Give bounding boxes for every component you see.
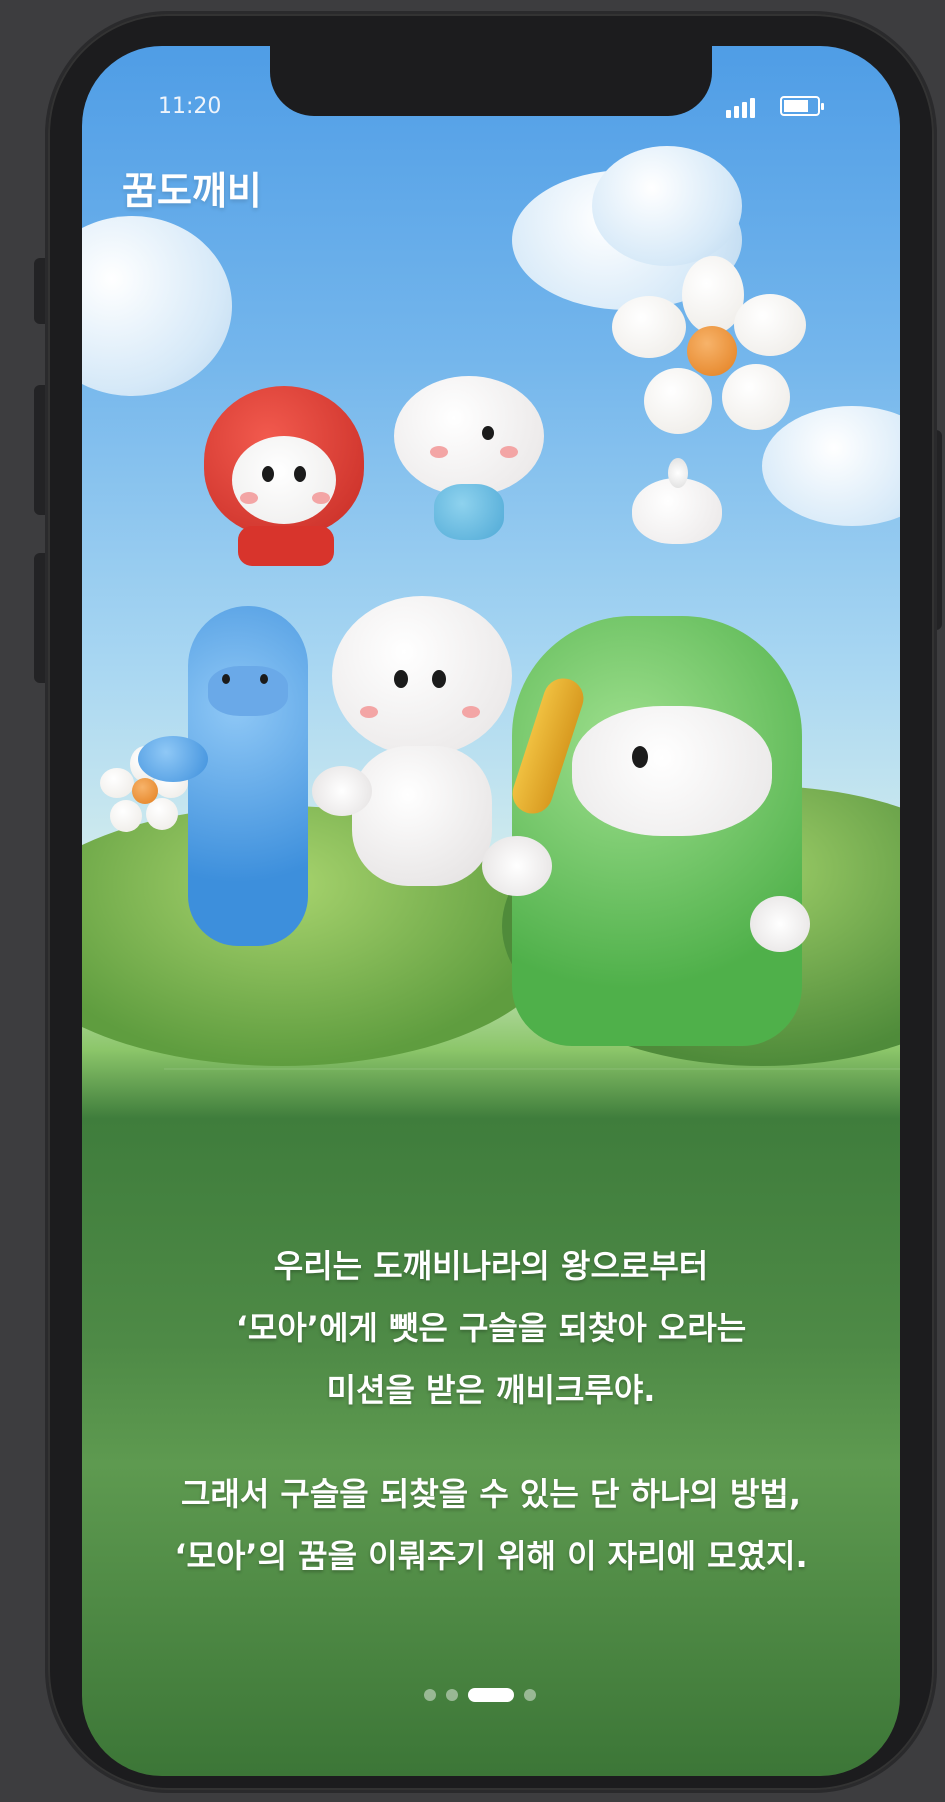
story-line: 그래서 구슬을 되찾을 수 있는 단 하나의 방법,: [180, 1475, 802, 1513]
cloud-left: [82, 216, 232, 396]
blue-goblin-character: [138, 606, 338, 986]
story-paragraph-2: 그래서 구슬을 되찾을 수 있는 단 하나의 방법, ‘모아’의 꿈을 이뤄주기…: [82, 1463, 900, 1587]
story-line: ‘모아’의 꿈을 이뤄주기 위해 이 자리에 모였지.: [174, 1537, 808, 1575]
green-goblin-character: [482, 616, 812, 1046]
story-line: 미션을 받은 깨비크루야.: [326, 1371, 656, 1409]
section-divider: [164, 1068, 900, 1070]
story-line: ‘모아’에게 뺏은 구슬을 되찾아 오라는: [235, 1309, 747, 1347]
phone-notch: [270, 46, 712, 116]
white-fluffy-flying-character: [394, 376, 544, 546]
status-time: 11:20: [158, 94, 222, 119]
battery-icon: [780, 96, 824, 116]
page-dot[interactable]: [424, 1689, 436, 1701]
daisy-flower-large: [612, 256, 812, 456]
page-dot-active[interactable]: [468, 1688, 514, 1702]
red-goblin-character: [204, 386, 364, 586]
signal-icon: [726, 96, 755, 118]
app-title: 꿈도깨비: [122, 169, 262, 213]
story-line: 우리는 도깨비나라의 왕으로부터: [273, 1247, 709, 1285]
small-ghost-character: [632, 458, 722, 548]
cloud-top-right-2: [592, 146, 742, 266]
page-dot[interactable]: [446, 1689, 458, 1701]
page-dot[interactable]: [524, 1689, 536, 1701]
page-indicator[interactable]: [424, 1688, 536, 1702]
story-paragraph-1: 우리는 도깨비나라의 왕으로부터 ‘모아’에게 뺏은 구슬을 되찾아 오라는 미…: [82, 1235, 900, 1421]
